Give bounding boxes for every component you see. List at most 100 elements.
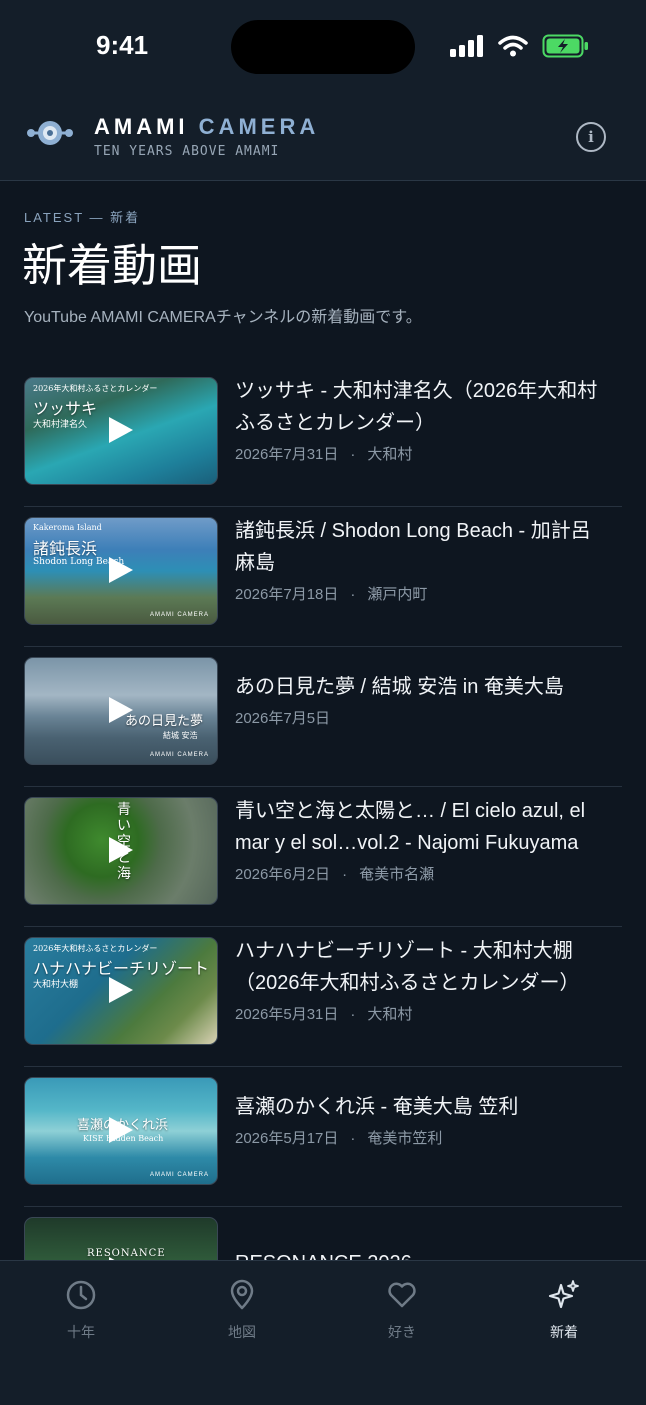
page-eyebrow: LATEST — 新着 [24,210,141,225]
video-thumbnail[interactable]: 青い空と海 [24,797,218,905]
video-date: 2026年7月31日 [235,446,339,463]
play-icon [109,837,133,863]
video-title[interactable]: 喜瀬のかくれ浜 - 奄美大島 笠利 [235,1091,610,1123]
wifi-icon [498,35,528,57]
video-place: 大和村 [367,1006,413,1023]
video-place: 瀬戸内町 [367,586,428,603]
tab-ten-years[interactable]: 十年 [31,1279,131,1342]
video-title[interactable]: ハナハナビーチリゾート - 大和村大棚（2026年大和村ふるさとカレンダー） [235,935,610,999]
status-bar: 9:41 [0,0,646,96]
video-meta: 諸鈍長浜 / Shodon Long Beach - 加計呂麻島 2026年7月… [235,515,610,604]
thumb-title: ハナハナビーチリゾート [33,959,210,978]
video-thumbnail[interactable]: Kakeroma Island 諸鈍長浜 Shodon Long Beach A… [24,517,218,625]
signal-icon [450,35,483,57]
video-date: 2026年5月17日 [235,1130,339,1147]
tab-label: 十年 [67,1324,95,1340]
play-icon [109,977,133,1003]
brand: AMAMI CAMERA TEN YEARS ABOVE AMAMI [94,114,319,159]
video-thumbnail[interactable]: 喜瀬のかくれ浜 KISE Hidden Beach AMAMI CAMERA [24,1077,218,1185]
video-meta: RESONANCE 2026 [235,1247,610,1260]
thumb-title: 諸鈍長浜 [33,539,98,558]
thumb-subtitle: 大和村津名久 [33,420,88,430]
video-title[interactable]: 青い空と海と太陽と… / El cielo azul, el mar y el … [235,795,610,859]
battery-icon [542,34,588,58]
video-meta: 青い空と海と太陽と… / El cielo azul, el mar y el … [235,795,610,884]
thumb-caption: 2026年大和村ふるさとカレンダー [33,944,158,953]
tab-label: 好き [388,1324,416,1340]
video-thumbnail[interactable]: 2026年大和村ふるさとカレンダー ツッサキ 大和村津名久 [24,377,218,485]
video-row[interactable]: RESONANCE RESONANCE 2026 [24,1207,622,1260]
video-meta: ハナハナビーチリゾート - 大和村大棚（2026年大和村ふるさとカレンダー） 2… [235,935,610,1024]
video-title[interactable]: 諸鈍長浜 / Shodon Long Beach - 加計呂麻島 [235,515,610,579]
video-list: 2026年大和村ふるさとカレンダー ツッサキ 大和村津名久 ツッサキ - 大和村… [24,367,622,1260]
sparkles-icon [548,1280,579,1309]
drone-logo-icon [27,121,73,145]
video-row[interactable]: 2026年大和村ふるさとカレンダー ハナハナビーチリゾート 大和村大棚 ハナハナ… [24,927,622,1067]
video-row[interactable]: Kakeroma Island 諸鈍長浜 Shodon Long Beach A… [24,507,622,647]
brand-accent: CAMERA [198,114,320,139]
app-header: AMAMI CAMERA TEN YEARS ABOVE AMAMI i [0,96,646,181]
video-place: 大和村 [367,446,413,463]
video-date: 2026年7月18日 [235,586,339,603]
video-info: 2026年7月18日 · 瀬戸内町 [235,583,610,604]
video-info: 2026年7月5日 [235,707,610,728]
video-info: 2026年7月31日 · 大和村 [235,443,610,464]
video-info: 2026年5月17日 · 奄美市笠利 [235,1127,610,1148]
video-row[interactable]: 2026年大和村ふるさとカレンダー ツッサキ 大和村津名久 ツッサキ - 大和村… [24,367,622,507]
video-thumbnail[interactable]: あの日見た夢 結城 安浩 AMAMI CAMERA [24,657,218,765]
video-place: 奄美市名瀬 [359,866,435,883]
clock-icon [66,1280,96,1310]
thumb-caption: Kakeroma Island [33,523,102,532]
thumb-caption: 2026年大和村ふるさとカレンダー [33,384,158,393]
brand-primary: AMAMI [94,114,189,139]
tab-label: 地図 [228,1324,256,1340]
thumb-title: ツッサキ [33,399,98,418]
video-info: 2026年5月31日 · 大和村 [235,1003,610,1024]
video-date: 2026年7月5日 [235,710,331,727]
thumb-subtitle: 大和村大棚 [33,980,79,990]
tab-latest[interactable]: 新着 [514,1279,614,1342]
video-meta: 喜瀬のかくれ浜 - 奄美大島 笠利 2026年5月17日 · 奄美市笠利 [235,1091,610,1148]
dynamic-island [231,20,415,74]
video-thumbnail[interactable]: RESONANCE [24,1217,218,1260]
video-title[interactable]: RESONANCE 2026 [235,1247,610,1260]
status-time: 9:41 [96,30,149,60]
video-row[interactable]: あの日見た夢 結城 安浩 AMAMI CAMERA あの日見た夢 / 結城 安浩… [24,647,622,787]
tab-bar: 十年 地図 好き 新着 [0,1260,646,1405]
separator-dot: · [350,586,356,603]
heart-icon [388,1282,416,1308]
video-row[interactable]: 喜瀬のかくれ浜 KISE Hidden Beach AMAMI CAMERA 喜… [24,1067,622,1207]
video-title[interactable]: ツッサキ - 大和村津名久（2026年大和村ふるさとカレンダー） [235,375,610,439]
separator-dot: · [350,1130,356,1147]
thumb-brand: AMAMI CAMERA [149,752,209,758]
play-icon [109,1117,133,1143]
separator-dot: · [350,446,356,463]
thumb-subtitle: 結城 安浩 [163,731,198,740]
video-date: 2026年6月2日 [235,866,331,883]
thumb-brand: AMAMI CAMERA [149,612,209,618]
page-title: 新着動画 [22,239,203,292]
map-pin-icon [230,1279,254,1310]
separator-dot: · [350,1006,356,1023]
tab-map[interactable]: 地図 [192,1279,292,1342]
brand-subtitle: TEN YEARS ABOVE AMAMI [94,144,280,159]
video-info: 2026年6月2日 · 奄美市名瀬 [235,863,610,884]
tab-favorites[interactable]: 好き [352,1279,452,1342]
status-icons [450,34,590,58]
video-meta: ツッサキ - 大和村津名久（2026年大和村ふるさとカレンダー） 2026年7月… [235,375,610,464]
video-thumbnail[interactable]: 2026年大和村ふるさとカレンダー ハナハナビーチリゾート 大和村大棚 [24,937,218,1045]
video-place: 奄美市笠利 [367,1130,443,1147]
play-icon [109,697,133,723]
thumb-title: あの日見た夢 [125,714,204,729]
main-content: LATEST — 新着 新着動画 YouTube AMAMI CAMERAチャン… [0,181,646,1260]
play-icon [109,557,133,583]
video-row[interactable]: 青い空と海 青い空と海と太陽と… / El cielo azul, el mar… [24,787,622,927]
play-icon [109,417,133,443]
thumb-brand: AMAMI CAMERA [149,1172,209,1178]
info-icon[interactable]: i [576,122,606,152]
video-title[interactable]: あの日見た夢 / 結城 安浩 in 奄美大島 [235,671,610,703]
video-date: 2026年5月31日 [235,1006,339,1023]
separator-dot: · [342,866,348,883]
brand-title: AMAMI CAMERA [94,114,319,140]
tab-label: 新着 [550,1324,578,1340]
